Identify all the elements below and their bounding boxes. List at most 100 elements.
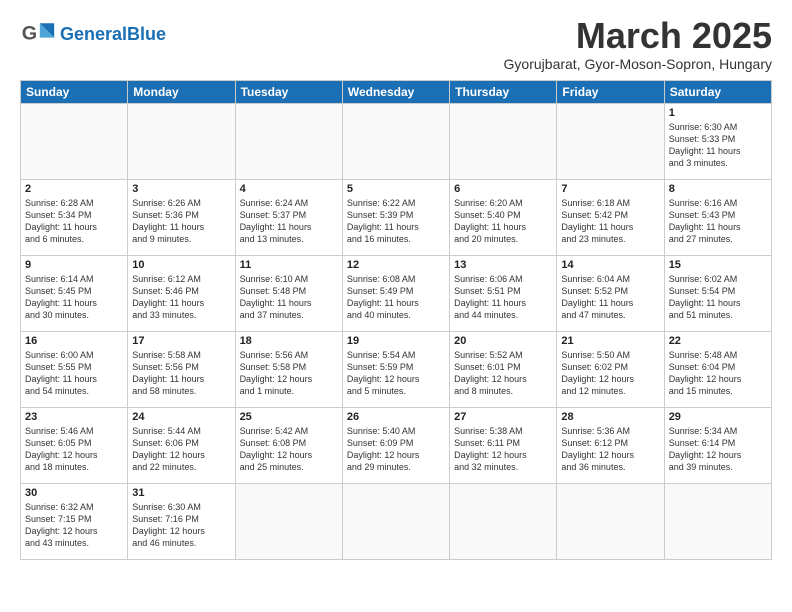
- calendar-table: SundayMondayTuesdayWednesdayThursdayFrid…: [20, 80, 772, 560]
- calendar-cell: 9 Sunrise: 6:14 AM Sunset: 5:45 PM Daylig…: [21, 255, 128, 331]
- day-number: 5: [347, 183, 445, 195]
- day-info: Sunrise: 5:44 AM Sunset: 6:06 PM Dayligh…: [132, 425, 230, 474]
- day-info: Sunrise: 6:02 AM Sunset: 5:54 PM Dayligh…: [669, 273, 767, 322]
- location-subtitle: Gyorujbarat, Gyor-Moson-Sopron, Hungary: [504, 56, 772, 72]
- weekday-header-tuesday: Tuesday: [235, 80, 342, 103]
- logo: G GeneralBlue: [20, 16, 166, 52]
- day-number: 31: [132, 487, 230, 499]
- calendar-cell: 15Sunrise: 6:02 AM Sunset: 5:54 PM Dayli…: [664, 255, 771, 331]
- calendar-body: 1 Sunrise: 6:30 AM Sunset: 5:33 PM Daylig…: [21, 103, 772, 559]
- day-info: Sunrise: 5:54 AM Sunset: 5:59 PM Dayligh…: [347, 349, 445, 398]
- day-info: Sunrise: 6:10 AM Sunset: 5:48 PM Dayligh…: [240, 273, 338, 322]
- calendar-cell: 8 Sunrise: 6:16 AM Sunset: 5:43 PM Daylig…: [664, 179, 771, 255]
- calendar-cell: 30 Sunrise: 6:32 AM Sunset: 7:15 PM Dayli…: [21, 483, 128, 559]
- calendar-cell: [557, 103, 664, 179]
- title-block: March 2025 Gyorujbarat, Gyor-Moson-Sopro…: [504, 16, 772, 72]
- logo-icon: G: [20, 16, 56, 52]
- calendar-cell: 26Sunrise: 5:40 AM Sunset: 6:09 PM Dayli…: [342, 407, 449, 483]
- day-number: 9: [25, 259, 123, 271]
- calendar-cell: 14Sunrise: 6:04 AM Sunset: 5:52 PM Dayli…: [557, 255, 664, 331]
- calendar-cell: 4 Sunrise: 6:24 AM Sunset: 5:37 PM Daylig…: [235, 179, 342, 255]
- day-info: Sunrise: 6:28 AM Sunset: 5:34 PM Dayligh…: [25, 197, 123, 246]
- calendar-cell: 19Sunrise: 5:54 AM Sunset: 5:59 PM Dayli…: [342, 331, 449, 407]
- day-number: 8: [669, 183, 767, 195]
- day-info: Sunrise: 6:32 AM Sunset: 7:15 PM Dayligh…: [25, 501, 123, 550]
- day-info: Sunrise: 6:30 AM Sunset: 5:33 PM Dayligh…: [669, 121, 767, 170]
- day-number: 16: [25, 335, 123, 347]
- day-info: Sunrise: 5:48 AM Sunset: 6:04 PM Dayligh…: [669, 349, 767, 398]
- calendar-cell: 27Sunrise: 5:38 AM Sunset: 6:11 PM Dayli…: [450, 407, 557, 483]
- weekday-header-wednesday: Wednesday: [342, 80, 449, 103]
- day-info: Sunrise: 5:56 AM Sunset: 5:58 PM Dayligh…: [240, 349, 338, 398]
- calendar-cell: 16 Sunrise: 6:00 AM Sunset: 5:55 PM Dayli…: [21, 331, 128, 407]
- day-number: 22: [669, 335, 767, 347]
- calendar-week-1: 1 Sunrise: 6:30 AM Sunset: 5:33 PM Daylig…: [21, 103, 772, 179]
- day-info: Sunrise: 5:38 AM Sunset: 6:11 PM Dayligh…: [454, 425, 552, 474]
- day-info: Sunrise: 6:18 AM Sunset: 5:42 PM Dayligh…: [561, 197, 659, 246]
- calendar-cell: 25 Sunrise: 5:42 AM Sunset: 6:08 PM Dayli…: [235, 407, 342, 483]
- day-number: 4: [240, 183, 338, 195]
- logo-general: General: [60, 24, 127, 44]
- calendar-cell: 6Sunrise: 6:20 AM Sunset: 5:40 PM Daylig…: [450, 179, 557, 255]
- day-info: Sunrise: 6:24 AM Sunset: 5:37 PM Dayligh…: [240, 197, 338, 246]
- day-number: 10: [132, 259, 230, 271]
- calendar-cell: 13Sunrise: 6:06 AM Sunset: 5:51 PM Dayli…: [450, 255, 557, 331]
- weekday-header-friday: Friday: [557, 80, 664, 103]
- day-info: Sunrise: 6:12 AM Sunset: 5:46 PM Dayligh…: [132, 273, 230, 322]
- calendar-cell: 11Sunrise: 6:10 AM Sunset: 5:48 PM Dayli…: [235, 255, 342, 331]
- day-number: 26: [347, 411, 445, 423]
- calendar-cell: [235, 483, 342, 559]
- calendar-week-4: 16 Sunrise: 6:00 AM Sunset: 5:55 PM Dayli…: [21, 331, 772, 407]
- calendar-cell: [342, 483, 449, 559]
- calendar-cell: [557, 483, 664, 559]
- day-number: 28: [561, 411, 659, 423]
- day-number: 25: [240, 411, 338, 423]
- calendar-cell: [21, 103, 128, 179]
- day-number: 17: [132, 335, 230, 347]
- calendar-cell: 1 Sunrise: 6:30 AM Sunset: 5:33 PM Daylig…: [664, 103, 771, 179]
- calendar-cell: 23Sunrise: 5:46 AM Sunset: 6:05 PM Dayli…: [21, 407, 128, 483]
- weekday-header-monday: Monday: [128, 80, 235, 103]
- day-info: Sunrise: 5:42 AM Sunset: 6:08 PM Dayligh…: [240, 425, 338, 474]
- day-number: 20: [454, 335, 552, 347]
- calendar-week-3: 9 Sunrise: 6:14 AM Sunset: 5:45 PM Daylig…: [21, 255, 772, 331]
- logo-text: GeneralBlue: [60, 25, 166, 43]
- day-number: 3: [132, 183, 230, 195]
- calendar-cell: 24 Sunrise: 5:44 AM Sunset: 6:06 PM Dayli…: [128, 407, 235, 483]
- day-info: Sunrise: 6:14 AM Sunset: 5:45 PM Dayligh…: [25, 273, 123, 322]
- calendar-header: SundayMondayTuesdayWednesdayThursdayFrid…: [21, 80, 772, 103]
- weekday-header-sunday: Sunday: [21, 80, 128, 103]
- day-number: 23: [25, 411, 123, 423]
- page: G GeneralBlue March 2025 Gyorujbarat, Gy…: [0, 0, 792, 572]
- day-info: Sunrise: 5:50 AM Sunset: 6:02 PM Dayligh…: [561, 349, 659, 398]
- calendar-cell: [128, 103, 235, 179]
- calendar-cell: 12Sunrise: 6:08 AM Sunset: 5:49 PM Dayli…: [342, 255, 449, 331]
- calendar-cell: 10 Sunrise: 6:12 AM Sunset: 5:46 PM Dayli…: [128, 255, 235, 331]
- calendar-week-5: 23Sunrise: 5:46 AM Sunset: 6:05 PM Dayli…: [21, 407, 772, 483]
- day-info: Sunrise: 5:34 AM Sunset: 6:14 PM Dayligh…: [669, 425, 767, 474]
- calendar-cell: [450, 103, 557, 179]
- svg-text:G: G: [22, 22, 37, 44]
- calendar-cell: 29Sunrise: 5:34 AM Sunset: 6:14 PM Dayli…: [664, 407, 771, 483]
- calendar-cell: 21Sunrise: 5:50 AM Sunset: 6:02 PM Dayli…: [557, 331, 664, 407]
- day-number: 18: [240, 335, 338, 347]
- weekday-header-thursday: Thursday: [450, 80, 557, 103]
- calendar-cell: 2 Sunrise: 6:28 AM Sunset: 5:34 PM Daylig…: [21, 179, 128, 255]
- logo-blue: Blue: [127, 24, 166, 44]
- day-number: 7: [561, 183, 659, 195]
- calendar-cell: [450, 483, 557, 559]
- day-info: Sunrise: 6:00 AM Sunset: 5:55 PM Dayligh…: [25, 349, 123, 398]
- day-info: Sunrise: 6:06 AM Sunset: 5:51 PM Dayligh…: [454, 273, 552, 322]
- day-number: 30: [25, 487, 123, 499]
- calendar-cell: 20Sunrise: 5:52 AM Sunset: 6:01 PM Dayli…: [450, 331, 557, 407]
- calendar-cell: 17Sunrise: 5:58 AM Sunset: 5:56 PM Dayli…: [128, 331, 235, 407]
- day-info: Sunrise: 6:16 AM Sunset: 5:43 PM Dayligh…: [669, 197, 767, 246]
- day-number: 1: [669, 107, 767, 119]
- calendar-cell: 22 Sunrise: 5:48 AM Sunset: 6:04 PM Dayli…: [664, 331, 771, 407]
- day-number: 2: [25, 183, 123, 195]
- calendar-week-2: 2 Sunrise: 6:28 AM Sunset: 5:34 PM Daylig…: [21, 179, 772, 255]
- day-info: Sunrise: 6:26 AM Sunset: 5:36 PM Dayligh…: [132, 197, 230, 246]
- weekday-row: SundayMondayTuesdayWednesdayThursdayFrid…: [21, 80, 772, 103]
- day-number: 24: [132, 411, 230, 423]
- day-info: Sunrise: 6:04 AM Sunset: 5:52 PM Dayligh…: [561, 273, 659, 322]
